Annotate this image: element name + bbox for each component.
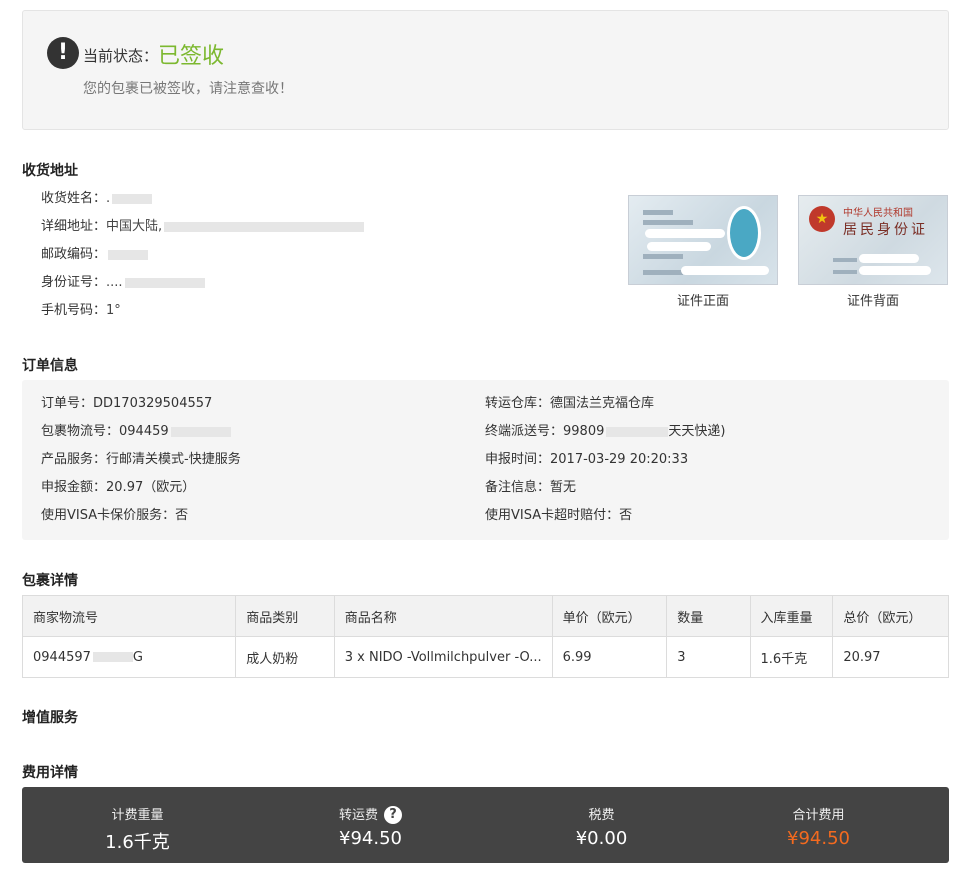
fee-value: 1.6千克 [105, 832, 170, 853]
table-cell: 3 [666, 636, 751, 678]
address-section-title: 收货地址 [22, 163, 78, 179]
exclamation-icon: ! [47, 37, 79, 69]
id-back-title: 中华人民共和国 [843, 208, 913, 219]
column-header: 商家物流号 [21, 595, 237, 637]
redaction-mask [164, 221, 365, 232]
column-header: 商品名称 [333, 595, 553, 637]
redaction-mask [606, 426, 669, 437]
national-emblem-icon: ★ [809, 206, 835, 232]
order-visa-timeout: 使用VISA卡超时赔付：否 [485, 508, 633, 523]
redaction-mask [112, 193, 153, 204]
fee-value: ¥0.00 [575, 828, 628, 849]
address-row-idnumber: 身份证号：.... [41, 274, 205, 292]
question-mark-icon[interactable]: ? [384, 806, 402, 824]
table-cell: 1.6千克 [749, 636, 834, 678]
address-label: 邮政编码： [41, 247, 107, 262]
order-product-service: 产品服务：行邮清关模式-快捷服务 [41, 452, 241, 467]
address-label: 身份证号： [41, 275, 107, 290]
address-row-name: 收货姓名：. [41, 190, 153, 208]
fee-label: 转运费 [338, 808, 378, 823]
address-row-detail: 详细地址：中国大陆, [41, 218, 365, 236]
fee-label: 合计费用 [792, 808, 845, 823]
fee-label: 税费 [588, 808, 615, 823]
address-label: 详细地址： [41, 219, 107, 234]
order-warehouse: 转运仓库：德国法兰克福仓库 [485, 396, 655, 411]
redaction-mask [170, 426, 231, 437]
table-cell: 20.97 [832, 636, 949, 678]
id-card-back-image[interactable]: ★ 中华人民共和国 居民身份证 [798, 195, 948, 285]
id-back-caption: 证件背面 [846, 294, 899, 309]
fee-summary-bar: 计费重量 1.6千克 转运费? ¥94.50 税费 ¥0.00 合计费用 ¥94… [22, 787, 949, 863]
order-section-title: 订单信息 [22, 358, 78, 374]
column-header: 商品类别 [235, 595, 335, 637]
table-header-row: 商家物流号 商品类别 商品名称 单价（欧元） 数量 入库重量 总价（欧元） [21, 595, 949, 637]
photo-placeholder [727, 206, 761, 260]
order-info-panel: 订单号：DD170329504557 包裹物流号：094459 产品服务：行邮清… [22, 380, 949, 540]
redaction-mask [92, 652, 133, 662]
package-section-title: 包裹详情 [22, 573, 78, 589]
address-label: 手机号码： [41, 303, 107, 318]
fee-label-wrap: 转运费? [255, 804, 486, 824]
order-remarks: 备注信息：暂无 [485, 480, 577, 495]
status-panel: ! 当前状态：已签收 您的包裹已被签收，请注意查收！ [22, 10, 949, 130]
table-cell: 成人奶粉 [235, 636, 335, 678]
order-delivery-number: 终端派送号：99809 天天快递) [485, 424, 726, 439]
order-number: 订单号：DD170329504557 [41, 396, 213, 411]
order-visa-insurance: 使用VISA卡保价服务：否 [41, 508, 189, 523]
column-header: 数量 [666, 595, 751, 637]
column-header: 单价（欧元） [551, 595, 668, 637]
fee-value: ¥94.50 [339, 828, 402, 849]
address-value: 中国大陆, [106, 219, 163, 234]
id-front-caption: 证件正面 [676, 294, 729, 309]
address-row-phone: 手机号码：1° [41, 302, 121, 320]
order-declared-time: 申报时间：2017-03-29 20:20:33 [485, 452, 689, 467]
status-message: 您的包裹已被签收，请注意查收！ [83, 81, 293, 97]
address-label: 收货姓名： [41, 191, 107, 206]
column-header: 总价（欧元） [832, 595, 949, 637]
table-cell: 0944597 G [21, 636, 237, 678]
table-cell: 3 x NIDO -Vollmilchpulver -O... [333, 636, 553, 678]
table-cell: 6.99 [551, 636, 668, 678]
id-card-front-image[interactable] [628, 195, 778, 285]
address-value: 1° [106, 303, 121, 318]
status-label: 当前状态： [83, 47, 159, 65]
order-tracking-number: 包裹物流号：094459 [41, 423, 231, 441]
status-value: 已签收 [158, 44, 225, 69]
status-line: 当前状态：已签收 [83, 38, 224, 70]
fee-total-value: ¥94.50 [787, 828, 850, 849]
redaction-mask [108, 249, 149, 260]
fees-section-title: 费用详情 [22, 765, 78, 781]
value-added-section-title: 增值服务 [22, 710, 78, 726]
order-declared-amount: 申报金额：20.97（欧元） [41, 480, 196, 495]
column-header: 入库重量 [749, 595, 834, 637]
address-value: .... [106, 275, 123, 290]
redaction-mask [124, 277, 205, 288]
id-back-subtitle: 居民身份证 [843, 222, 928, 238]
address-row-postcode: 邮政编码： [41, 246, 149, 264]
fee-label: 计费重量 [111, 808, 164, 823]
package-table: 商家物流号 商品类别 商品名称 单价（欧元） 数量 入库重量 总价（欧元） 09… [21, 595, 949, 678]
table-row: 0944597 G 成人奶粉 3 x NIDO -Vollmilchpulver … [21, 636, 949, 678]
address-value: . [106, 191, 111, 206]
